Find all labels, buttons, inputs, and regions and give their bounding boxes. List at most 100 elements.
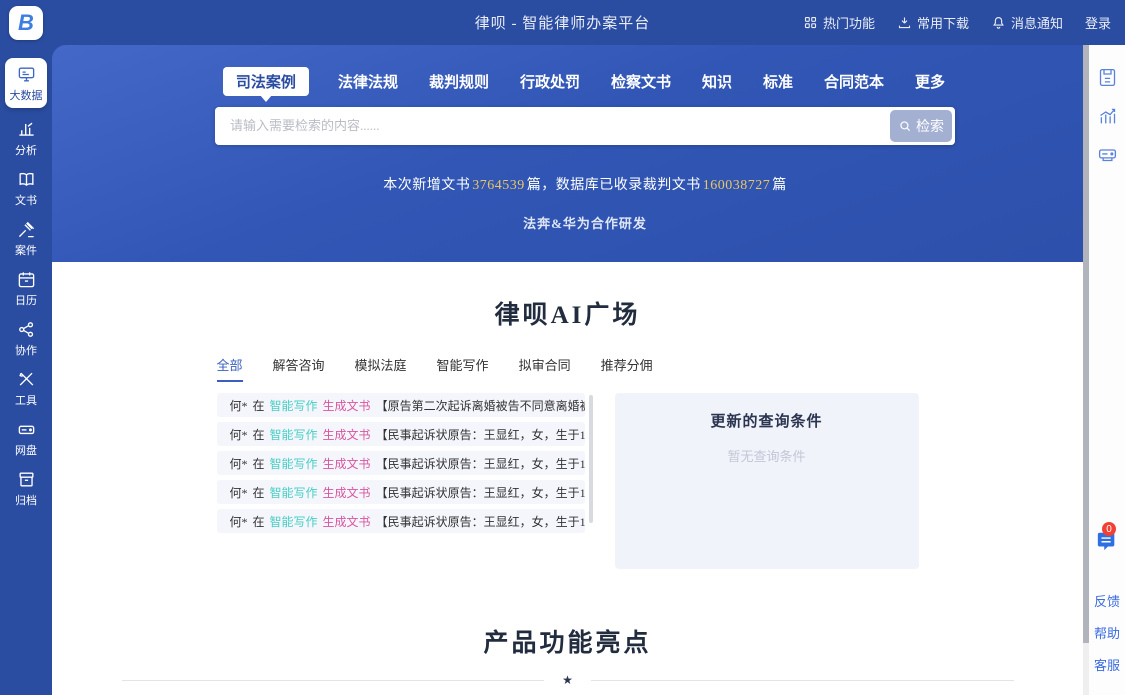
sidebar-item-label: 分析 [15, 142, 37, 158]
feed-content: 【民事起诉状原告：王显红，女，生于1990...】 [376, 513, 585, 530]
feed-result: 生成文书 [323, 484, 371, 501]
search-icon [898, 119, 912, 133]
app-logo[interactable]: B [9, 6, 43, 40]
sidebar-item-collaboration[interactable]: 协作 [5, 320, 47, 358]
tab-laws-regulations[interactable]: 法律法规 [336, 67, 400, 96]
tab-judgment-rules[interactable]: 裁判规则 [427, 67, 491, 96]
feed-conn: 在 [253, 455, 265, 472]
feed-action: 智能写作 [270, 513, 318, 530]
app-title: 律呗 - 智能律师办案平台 [475, 12, 651, 33]
search-button[interactable]: 检索 [890, 110, 952, 142]
feed-item[interactable]: 何*在智能写作生成文书【民事起诉状原告：王显红，女，生于1990...】 [217, 422, 585, 446]
plaza-tab-consulting[interactable]: 解答咨询 [273, 355, 325, 382]
new-docs-count: 3764539 [470, 178, 527, 193]
sidebar-item-label: 协作 [15, 342, 37, 358]
feed-scrollbar[interactable] [589, 395, 593, 523]
feed-conn: 在 [253, 484, 265, 501]
trend-chart-icon[interactable] [1097, 105, 1118, 126]
feed-user: 何* [230, 484, 248, 501]
search-button-label: 检索 [916, 116, 944, 136]
tab-procuratorial-docs[interactable]: 检察文书 [609, 67, 673, 96]
downloads-label: 常用下载 [917, 13, 969, 32]
cooperation-note: 法奔&华为合作研发 [215, 213, 955, 232]
feed-user: 何* [230, 426, 248, 443]
gavel-icon [17, 220, 36, 239]
query-conditions-panel: 更新的查询条件 暂无查询条件 [615, 393, 919, 569]
notifications-button[interactable]: 消息通知 [991, 13, 1063, 32]
tab-more[interactable]: 更多 [913, 67, 947, 96]
feed-result: 生成文书 [323, 397, 371, 414]
feed-user: 何* [230, 455, 248, 472]
sidebar-item-archive[interactable]: 归档 [5, 470, 47, 508]
sidebar-item-label: 大数据 [10, 87, 43, 103]
sidebar-item-label: 归档 [15, 492, 37, 508]
query-panel-empty-text: 暂无查询条件 [615, 446, 919, 465]
feed-content: 【原告第二次起诉离婚被告不同意离婚被告且系... [376, 397, 585, 414]
left-sidebar: 大数据 分析 文书 案件 日历 协作 工具 网盘 [0, 45, 52, 695]
search-input[interactable] [218, 111, 890, 141]
highlights-title: 产品功能亮点 [52, 623, 1083, 659]
sidebar-item-analysis[interactable]: 分析 [5, 120, 47, 158]
sidebar-item-label: 工具 [15, 392, 37, 408]
download-icon [897, 15, 912, 30]
hot-features-button[interactable]: 热门功能 [803, 13, 875, 32]
plaza-tab-all[interactable]: 全部 [217, 355, 243, 382]
tab-knowledge[interactable]: 知识 [700, 67, 734, 96]
tab-contract-templates[interactable]: 合同范本 [822, 67, 886, 96]
tab-standards[interactable]: 标准 [761, 67, 795, 96]
feed-conn: 在 [253, 397, 265, 414]
feed-conn: 在 [253, 513, 265, 530]
downloads-button[interactable]: 常用下载 [897, 13, 969, 32]
login-label: 登录 [1085, 13, 1111, 32]
chat-button[interactable]: 0 [1096, 530, 1118, 557]
sidebar-item-cases[interactable]: 案件 [5, 220, 47, 258]
book-icon [17, 170, 36, 189]
topbar-menu: 热门功能 常用下载 消息通知 登录 [803, 13, 1111, 32]
feed-result: 生成文书 [323, 426, 371, 443]
tab-admin-penalties[interactable]: 行政处罚 [518, 67, 582, 96]
monitor-icon [17, 65, 36, 84]
stats-text: 篇，数据库已收录裁判文书 [527, 178, 701, 193]
calendar-icon [17, 270, 36, 289]
feedback-link[interactable]: 反馈 [1094, 591, 1120, 610]
logo-letter: B [18, 10, 34, 36]
feed-item[interactable]: 何*在智能写作生成文书【民事起诉状原告：王显红，女，生于1990...】 [217, 480, 585, 504]
sidebar-item-label: 日历 [15, 292, 37, 308]
plaza-tab-contract-review[interactable]: 拟审合同 [519, 355, 571, 382]
hot-features-label: 热门功能 [823, 13, 875, 32]
sidebar-item-label: 文书 [15, 192, 37, 208]
feed-content: 【民事起诉状原告：王显红，女，生于1990...】 [376, 455, 585, 472]
total-docs-count: 160038727 [701, 178, 773, 193]
tab-judicial-cases[interactable]: 司法案例 [223, 67, 309, 96]
sidebar-item-label: 案件 [15, 242, 37, 258]
support-link[interactable]: 客服 [1094, 655, 1120, 674]
topbar: B 律呗 - 智能律师办案平台 热门功能 常用下载 消息通知 登录 [0, 0, 1125, 45]
sidebar-item-documents[interactable]: 文书 [5, 170, 47, 208]
plaza-tab-smart-writing[interactable]: 智能写作 [437, 355, 489, 382]
sidebar-item-calendar[interactable]: 日历 [5, 270, 47, 308]
plaza-tab-mock-court[interactable]: 模拟法庭 [355, 355, 407, 382]
sidebar-item-clouddisk[interactable]: 网盘 [5, 420, 47, 458]
feed-item[interactable]: 何* 在智能写作生成文书【民事起诉状原告：王显红，女，生于1990...】 [217, 451, 585, 475]
feed-action: 智能写作 [270, 484, 318, 501]
app-window: B 律呗 - 智能律师办案平台 热门功能 常用下载 消息通知 登录 大数据 [0, 0, 1125, 695]
sidebar-item-tools[interactable]: 工具 [5, 370, 47, 408]
feed-result: 生成文书 [323, 455, 371, 472]
feed-action: 智能写作 [270, 455, 318, 472]
search-bar: 检索 [215, 107, 955, 145]
document-stats: 本次新增文书3764539篇，数据库已收录裁判文书160038727篇 [215, 174, 955, 194]
feed-content: 【民事起诉状原告：王显红，女，生于1990...】 [376, 426, 585, 443]
printer-icon[interactable] [1097, 143, 1118, 164]
help-link[interactable]: 帮助 [1094, 623, 1120, 642]
plaza-tab-referral[interactable]: 推荐分佣 [601, 355, 653, 382]
feed-item[interactable]: 何*在智能写作生成文书【民事起诉状原告：王显红，女，生于1990...】 [217, 509, 585, 533]
feed-user: 何* [230, 397, 248, 414]
sidebar-item-bigdata[interactable]: 大数据 [5, 58, 47, 108]
bell-icon [991, 15, 1006, 30]
document-icon[interactable] [1097, 67, 1118, 88]
ai-plaza-tabs: 全部 解答咨询 模拟法庭 智能写作 拟审合同 推荐分佣 [217, 355, 919, 382]
login-button[interactable]: 登录 [1085, 13, 1111, 32]
feed-action: 智能写作 [270, 397, 318, 414]
feed-item[interactable]: 何* 在智能写作生成文书【原告第二次起诉离婚被告不同意离婚被告且系... [217, 393, 585, 417]
feed-result: 生成文书 [323, 513, 371, 530]
